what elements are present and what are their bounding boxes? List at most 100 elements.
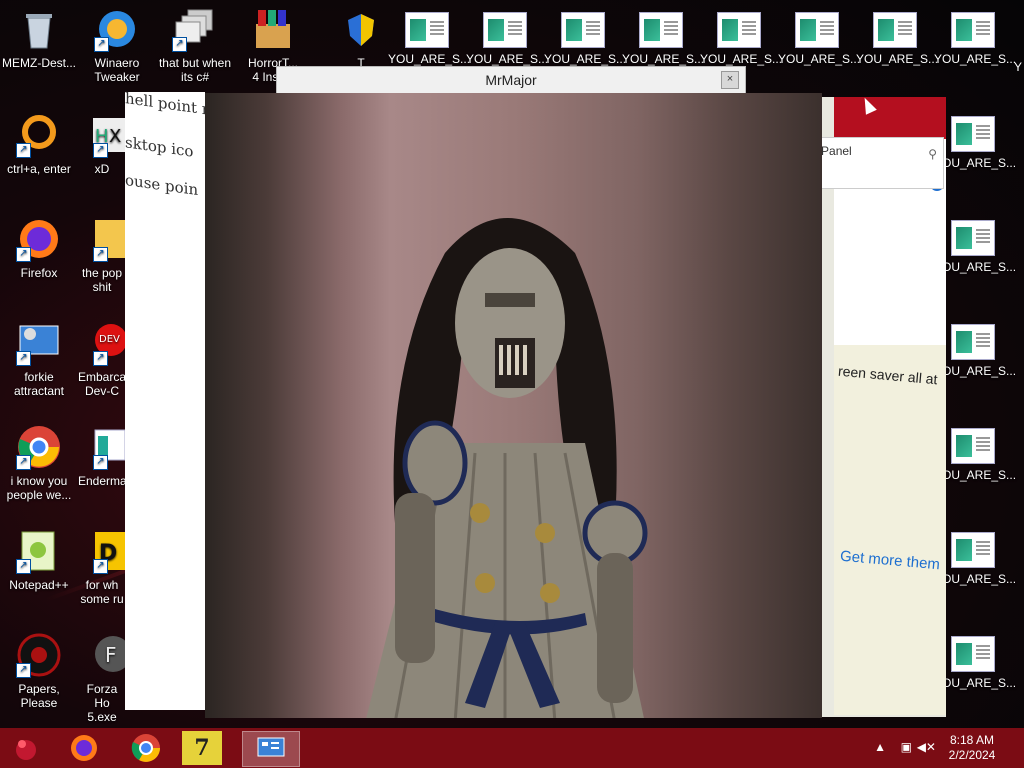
- taskbar-7zip[interactable]: 7: [182, 731, 222, 765]
- desktop-icon-that-but[interactable]: ↗ that but when its c#: [156, 6, 234, 84]
- icon-label: i know you people we...: [6, 474, 72, 502]
- taskbar-control-panel[interactable]: [242, 731, 300, 767]
- desktop-icon-you-are[interactable]: YOU_ARE_S...: [622, 12, 705, 66]
- app-window-icon: [951, 532, 995, 568]
- icon-label: xD: [94, 162, 110, 176]
- memz-icon: [16, 740, 36, 760]
- desktop-icon-chrome[interactable]: ↗ i know you people we...: [0, 424, 78, 502]
- icon-label: that but when its c#: [158, 56, 232, 84]
- glitch-text: sktop ico: [125, 133, 194, 161]
- icon-label: Winaero Tweaker: [94, 56, 140, 84]
- clock-time: 8:18 AM: [949, 733, 995, 747]
- icon-label: YOU_ARE_S...: [934, 52, 1017, 66]
- taskbar-firefox[interactable]: [64, 731, 104, 765]
- icon-label: for wh some ru: [80, 578, 124, 606]
- papers-please-icon: ↗: [16, 632, 62, 678]
- glitch-text: ouse poin: [125, 170, 199, 200]
- app-window-icon: [483, 12, 527, 48]
- app-window-icon: [951, 220, 995, 256]
- desktop-icon-forza[interactable]: F Forza Ho 5.exe: [78, 632, 131, 724]
- app-window-icon: [951, 428, 995, 464]
- chrome-icon: [131, 734, 160, 762]
- icon-label: YOU_ARE_S...: [622, 52, 705, 66]
- show-hidden-icons-button[interactable]: ▲: [874, 740, 886, 754]
- icon-label: YOU_ARE_S...: [388, 52, 471, 66]
- chrome-icon: ↗: [16, 424, 62, 470]
- control-panel-header: [834, 97, 946, 139]
- desktop-icon-you-are[interactable]: YOU_ARE_S...: [856, 12, 939, 66]
- search-icon: ⚲: [928, 147, 937, 161]
- icon-label: MEMZ-Dest...: [2, 56, 76, 70]
- app-window-icon: [951, 12, 995, 48]
- icon-label: ctrl+a, enter: [7, 162, 71, 176]
- control-panel-icon: ↗: [16, 320, 62, 366]
- devcpp-icon: DEV ↗: [79, 320, 127, 366]
- desktop-icon-hxd[interactable]: HX ↗ xD: [78, 112, 126, 176]
- shortcut-arrow-icon: ↗: [16, 663, 31, 678]
- desktop-icon-you-are[interactable]: YOU_ARE_S...: [700, 12, 783, 66]
- control-panel-fragment: ? reen saver all at Get more them: [822, 97, 946, 717]
- desktop-icon-for-wh[interactable]: D ↗ for wh some ru: [78, 528, 126, 606]
- 7zip-icon: 7: [194, 735, 210, 761]
- taskbar-memz[interactable]: [6, 731, 46, 765]
- desktop-icon-you-are[interactable]: YOU_ARE_S...: [544, 12, 627, 66]
- hxd-icon: HX ↗: [79, 112, 125, 158]
- icon-label: Enderma: [78, 474, 127, 488]
- desktop-icon-notepadpp[interactable]: ↗ Notepad++: [0, 528, 78, 592]
- network-icon[interactable]: ▣: [901, 740, 912, 754]
- icon-label: YOU_ARE_S...: [856, 52, 939, 66]
- app-window-icon: [951, 116, 995, 152]
- app-window-icon: [951, 636, 995, 672]
- dos-icon: D ↗: [79, 528, 125, 574]
- app-window-icon: [951, 324, 995, 360]
- ring-icon: ↗: [16, 112, 62, 158]
- desktop-icon-you-are[interactable]: YOU_ARE_S...: [388, 12, 471, 66]
- app-window-icon: [873, 12, 917, 48]
- app-window-icon: [561, 12, 605, 48]
- firefox-icon: [71, 735, 97, 761]
- desktop-icon-you-are[interactable]: YOU_ARE_S...: [934, 12, 1017, 66]
- desktop-icon-the-pop[interactable]: ↗ the pop shit: [78, 216, 126, 294]
- shortcut-arrow-icon: ↗: [16, 247, 31, 262]
- icon-label: the pop shit: [81, 266, 123, 294]
- icon-label: YOU_ARE_S...: [544, 52, 627, 66]
- shortcut-arrow-icon: ↗: [93, 143, 108, 158]
- window-titlebar[interactable]: MrMajor ×: [276, 66, 746, 98]
- forza-icon: F: [79, 632, 131, 678]
- desktop-icon-you-are[interactable]: YOU_ARE_S...: [778, 12, 861, 66]
- shortcut-arrow-icon: ↗: [16, 455, 31, 470]
- app-window-icon: [405, 12, 449, 48]
- icon-label: YOU_ARE_S...: [778, 52, 861, 66]
- volume-muted-icon[interactable]: ◀✕: [917, 740, 936, 754]
- desktop-icon-papers-please[interactable]: ↗ Papers, Please: [0, 632, 78, 710]
- desktop-icon-winaero[interactable]: ↗ Winaero Tweaker: [78, 6, 156, 84]
- shortcut-arrow-icon: ↗: [16, 351, 31, 366]
- icon-label: Embarca Dev-C: [78, 370, 127, 398]
- icon-label: Firefox: [20, 266, 58, 280]
- desktop-icon-ctrl-a[interactable]: ↗ ctrl+a, enter: [0, 112, 78, 176]
- desktop-icon-memz[interactable]: MEMZ-Dest...: [0, 6, 78, 70]
- svg-text:DEV: DEV: [99, 334, 120, 345]
- app-window-icon: [795, 12, 839, 48]
- recycle-bin-icon: [16, 6, 62, 52]
- clock-date: 2/2/2024: [948, 748, 996, 762]
- icon-label: YOU_ARE_S...: [700, 52, 783, 66]
- winaero-icon: ↗: [94, 6, 140, 52]
- shortcut-arrow-icon: ↗: [94, 37, 109, 52]
- desktop-icon-you-are[interactable]: YOU_ARE_S...: [466, 12, 548, 66]
- shortcut-arrow-icon: ↗: [93, 351, 108, 366]
- app-window-icon: [717, 12, 761, 48]
- control-panel-icon: [257, 737, 285, 757]
- desktop-icon-forkie[interactable]: ↗ forkie attractant: [0, 320, 78, 398]
- winrar-icon: [250, 6, 296, 52]
- doll-figure: [366, 218, 648, 718]
- taskbar-chrome[interactable]: [126, 731, 166, 765]
- notepadpp-icon: ↗: [16, 528, 62, 574]
- shortcut-arrow-icon: ↗: [93, 247, 108, 262]
- desktop-icon-devcpp[interactable]: DEV ↗ Embarca Dev-C: [78, 320, 127, 398]
- firefox-icon: ↗: [16, 216, 62, 262]
- desktop-icon-firefox[interactable]: ↗ Firefox: [0, 216, 78, 280]
- close-button[interactable]: ×: [721, 71, 739, 89]
- desktop-icon-enderman[interactable]: ↗ Enderma: [78, 424, 127, 488]
- clock[interactable]: 8:18 AM 2/2/2024: [942, 733, 1002, 763]
